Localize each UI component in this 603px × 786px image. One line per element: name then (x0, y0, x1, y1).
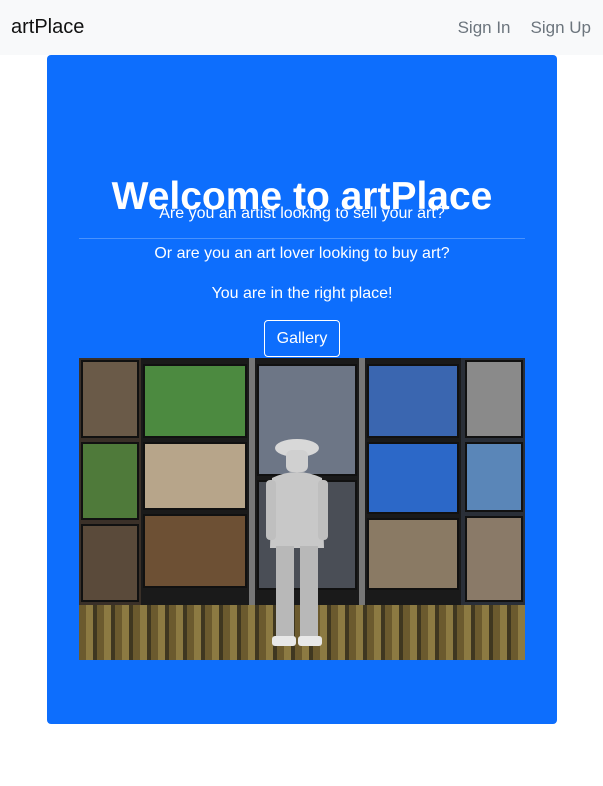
artwork-panel (367, 364, 459, 438)
artwork-panel (465, 442, 523, 512)
artwork-panel (143, 442, 247, 510)
hero-line-buyer: Or are you an art lover looking to buy a… (154, 245, 450, 262)
visitor-figure (266, 439, 328, 646)
hero-line-artist: Are you an artist looking to sell your a… (159, 205, 445, 222)
artwork-panel (465, 516, 523, 602)
artwork-panel (143, 514, 247, 588)
artwork-panel (81, 360, 139, 438)
brand-logo[interactable]: artPlace (11, 16, 84, 39)
artwork-panel (367, 518, 459, 590)
artwork-pole (249, 358, 255, 605)
artwork-panel (81, 524, 139, 602)
hero-gallery-image (79, 358, 525, 660)
artwork-panel (81, 442, 139, 520)
artwork-panel (143, 364, 247, 438)
sign-up-link[interactable]: Sign Up (531, 18, 591, 38)
artwork-pole (359, 358, 365, 605)
navbar: artPlace Sign In Sign Up (0, 0, 603, 55)
nav-links: Sign In Sign Up (458, 18, 591, 38)
hero-jumbotron: Welcome to artPlace Are you an artist lo… (47, 55, 557, 724)
sign-in-link[interactable]: Sign In (458, 18, 511, 38)
hero-divider (79, 238, 525, 239)
hero-line-tagline: You are in the right place! (211, 285, 393, 302)
artwork-panel (367, 442, 459, 514)
artwork-panel (465, 360, 523, 438)
gallery-button[interactable]: Gallery (264, 320, 340, 357)
